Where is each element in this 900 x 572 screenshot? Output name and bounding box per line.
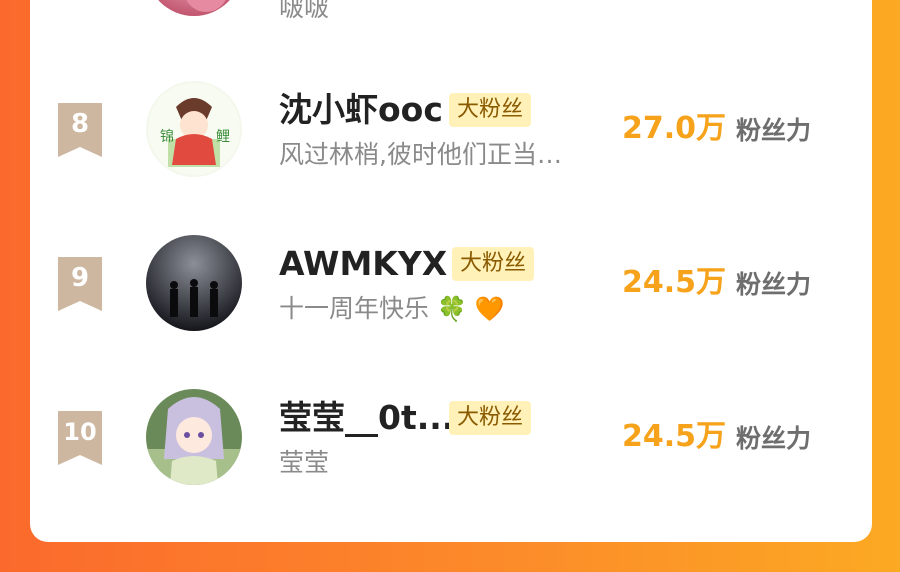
svg-text:鲤: 鲤	[216, 129, 230, 145]
avatar[interactable]	[146, 0, 242, 16]
fan-power-value: 24.5万	[622, 265, 727, 300]
rank-badge: 10	[58, 411, 102, 465]
fan-level-badge: 大粉丝	[452, 247, 535, 281]
rank-number: 8	[70, 109, 90, 139]
rank-number: 9	[70, 263, 90, 293]
fan-level-badge: 大粉丝	[449, 401, 532, 435]
user-subtitle: 十一周年快乐 🍀 🧡	[279, 291, 504, 327]
fan-power-value: 27.0万	[622, 111, 727, 146]
fan-level-badge: 大粉丝	[449, 93, 532, 127]
svg-text:锦: 锦	[160, 128, 174, 145]
fan-power-label: 粉丝力	[736, 116, 812, 145]
rank-badge: 9	[58, 257, 102, 311]
user-subtitle-text: 十一周年快乐	[279, 294, 430, 323]
ranking-card: 啵啵 8 锦 鲤 沈小虾ooc 大粉丝 风过林梢,彼时他们正当… 27.0万 粉…	[30, 0, 872, 542]
rank-badge: 8	[58, 103, 102, 157]
avatar[interactable]	[146, 389, 242, 485]
user-name[interactable]: 沈小虾ooc	[279, 89, 443, 131]
user-subtitle: 莹莹	[279, 448, 330, 477]
user-subtitle: 啵啵	[279, 0, 330, 22]
list-item-prev[interactable]: 啵啵	[30, 0, 872, 90]
list-item-rank-9[interactable]: 9 AWMKYX 大粉丝 十一周年快乐 🍀 🧡 24.5万 粉丝力	[30, 235, 872, 355]
clover-heart-emoji: 🍀 🧡	[436, 295, 505, 323]
user-name[interactable]: AWMKYX	[279, 243, 447, 285]
fan-power-label: 粉丝力	[736, 424, 812, 453]
avatar[interactable]	[146, 235, 242, 331]
list-item-rank-10[interactable]: 10 莹莹__0t... 大粉丝 莹莹 24.5万 粉丝力	[30, 389, 872, 509]
avatar[interactable]: 锦 鲤	[146, 81, 242, 177]
fan-power-label: 粉丝力	[736, 270, 812, 299]
list-item-rank-8[interactable]: 8 锦 鲤 沈小虾ooc 大粉丝 风过林梢,彼时他们正当… 27.0万 粉丝力	[30, 81, 872, 201]
fan-power-value: 24.5万	[622, 419, 727, 454]
rank-number: 10	[63, 418, 97, 446]
user-subtitle: 风过林梢,彼时他们正当…	[279, 140, 562, 169]
user-name[interactable]: 莹莹__0t...	[279, 397, 454, 439]
